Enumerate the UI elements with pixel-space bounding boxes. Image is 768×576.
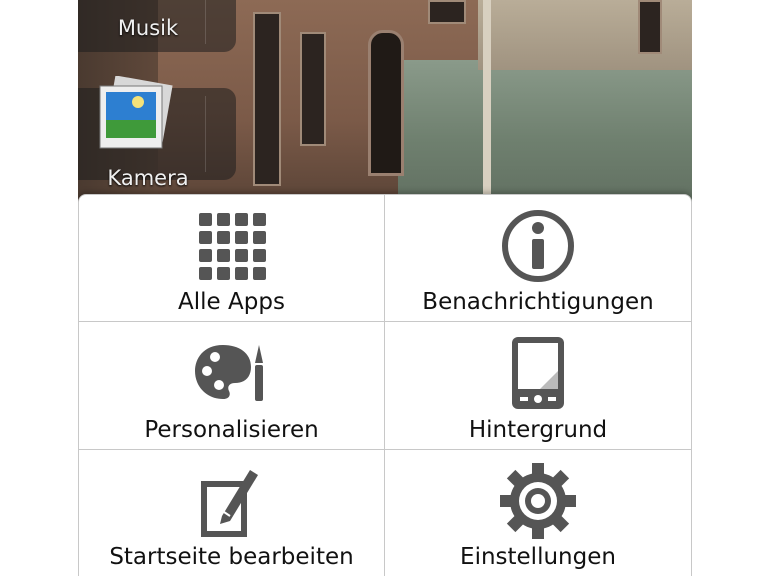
- menu-item-label: Personalisieren: [144, 417, 319, 443]
- info-icon: [499, 207, 577, 285]
- home-screen: Musik Kamera Alle Apps Benachrichtigunge…: [78, 0, 692, 576]
- menu-item-wallpaper[interactable]: Hintergrund: [385, 322, 691, 450]
- gear-icon: [499, 462, 577, 540]
- shortcut-kamera-label: Kamera: [107, 166, 189, 190]
- phone-wallpaper-icon: [499, 334, 577, 412]
- options-menu: Alle Apps Benachrichtigungen Personalisi…: [78, 194, 692, 576]
- menu-item-edit-homescreen[interactable]: Startseite bearbeiten: [79, 450, 385, 576]
- menu-item-label: Alle Apps: [178, 289, 285, 315]
- menu-item-label: Hintergrund: [468, 417, 608, 443]
- menu-item-notifications[interactable]: Benachrichtigungen: [385, 195, 691, 322]
- shortcut-musik[interactable]: Musik: [78, 0, 236, 52]
- menu-item-label: Einstellungen: [460, 544, 616, 570]
- edit-icon: [193, 462, 271, 540]
- menu-item-label: Startseite bearbeiten: [109, 544, 354, 570]
- menu-item-personalize[interactable]: Personalisieren: [79, 322, 385, 450]
- menu-item-all-apps[interactable]: Alle Apps: [79, 195, 385, 322]
- camera-icon: [99, 76, 173, 149]
- menu-item-label: Benachrichtigungen: [422, 289, 654, 315]
- palette-icon: [193, 334, 271, 412]
- shortcut-musik-label: Musik: [117, 16, 179, 40]
- menu-item-settings[interactable]: Einstellungen: [385, 450, 691, 576]
- app-grid-icon: [193, 207, 271, 285]
